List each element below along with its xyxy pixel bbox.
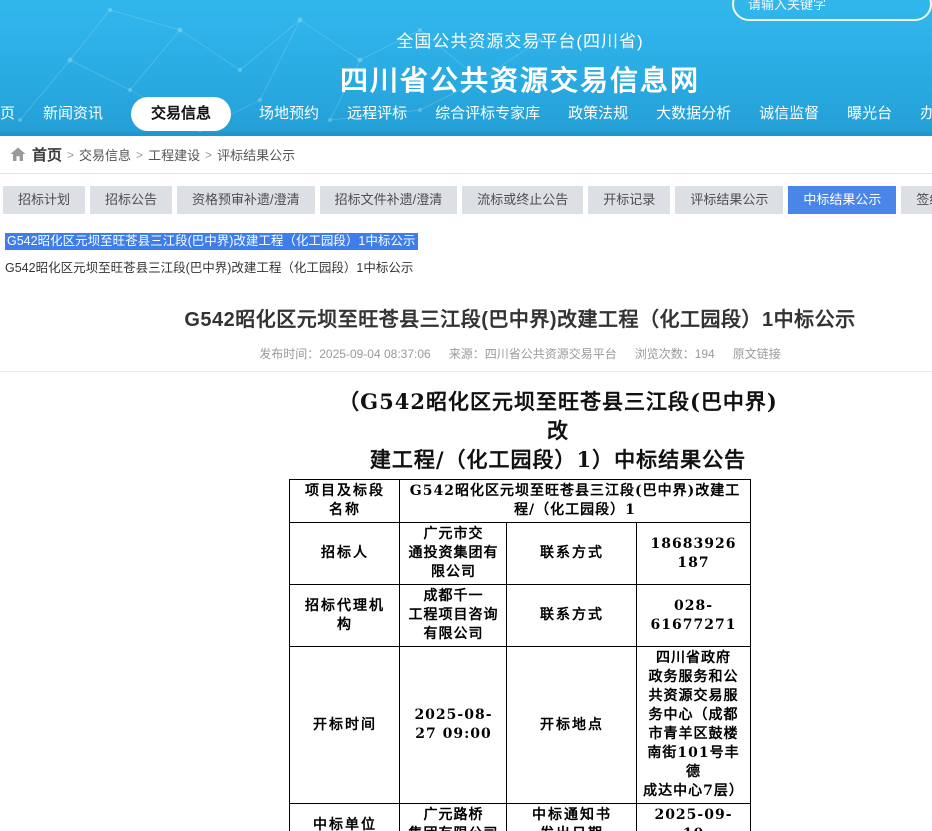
tab-item[interactable]: 招标公告 [90,186,172,214]
tab-item[interactable]: 资格预审补遗/澄清 [177,186,315,214]
breadcrumb-item[interactable]: 交易信息 [79,145,131,164]
nav-item[interactable]: 场地预约 [259,97,319,131]
table-row: 中标单位广元路桥 集团有限公司中标通知书 发出日期2025-09- 10 [290,804,750,831]
breadcrumb: 首页 > 交易信息 > 工程建设 > 评标结果公示 [0,136,932,174]
breadcrumb-separator: > [136,148,143,162]
meta-text: 浏览次数：194 [635,347,715,361]
table-label-cell: 中标通知书 发出日期 [507,804,637,831]
table-row: 招标人广元市交 通投资集团有 限公司联系方式18683926 187 [290,523,750,585]
table-row: 项目及标段 名称G542昭化区元坝至旺苍县三江段(巴中界)改建工 程/（化工园段… [290,480,750,523]
selected-link-text[interactable]: G542昭化区元坝至旺苍县三江段(巴中界)改建工程（化工园段）1中标公示 [5,233,418,250]
nav-item[interactable]: 综合评标专家库 [435,97,540,131]
table-value-cell: 18683926 187 [637,523,750,585]
table-label-cell: 联系方式 [507,585,637,647]
table-value-cell: 四川省政府 政务服务和公 共资源交易服 务中心（成都 市青羊区鼓楼 南街101号… [637,647,750,804]
table-row: 开标时间2025-08- 27 09:00开标地点四川省政府 政务服务和公 共资… [290,647,750,804]
list-item-selected[interactable]: G542昭化区元坝至旺苍县三江段(巴中界)改建工程（化工园段）1中标公示 [5,233,927,250]
table-row: 招标代理机 构成都千一 工程项目咨询 有限公司联系方式028- 61677271 [290,585,750,647]
result-table: 项目及标段 名称G542昭化区元坝至旺苍县三江段(巴中界)改建工 程/（化工园段… [289,479,750,831]
meta-text: 来源：四川省公共资源交易平台 [449,347,617,361]
nav-item[interactable]: 大数据分析 [656,97,731,131]
site-title: 四川省公共资源交易信息网 [0,59,932,99]
nav-item[interactable]: 首页 [0,97,15,131]
table-value-cell: 2025-08- 27 09:00 [400,647,507,804]
nav-item[interactable]: 办事指南 [920,97,932,131]
table-label-cell: 开标地点 [507,647,637,804]
site-banner: 全国公共资源交易平台(四川省) 四川省公共资源交易信息网 首页新闻资讯交易信息场… [0,0,932,136]
link-text[interactable]: G542昭化区元坝至旺苍县三江段(巴中界)改建工程（化工园段）1中标公示 [5,261,413,275]
breadcrumb-separator: > [205,148,212,162]
table-value-cell: 028- 61677271 [637,585,750,647]
nav-item[interactable]: 新闻资讯 [43,97,103,131]
document-title: （G542昭化区元坝至旺苍县三江段(巴中界)改 建工程/（化工园段）1）中标结果… [328,387,788,474]
original-link[interactable]: 原文链接 [733,347,781,361]
nav-item[interactable]: 政策法规 [568,97,628,131]
table-value-cell: 广元市交 通投资集团有 限公司 [400,523,507,585]
table-label-cell: 招标人 [290,523,400,585]
article-meta: 发布时间：2025-09-04 08:37:06 来源：四川省公共资源交易平台 浏览… [0,345,932,362]
table-value-cell: 广元路桥 集团有限公司 [400,804,507,831]
nav-item[interactable]: 交易信息 [131,97,231,131]
tab-item[interactable]: 招标计划 [3,186,85,214]
tab-item[interactable]: 流标或终止公告 [462,186,583,214]
table-label-cell: 招标代理机 构 [290,585,400,647]
nav-item[interactable]: 诚信监督 [759,97,819,131]
tab-item[interactable]: 开标记录 [588,186,670,214]
main-nav: 首页新闻资讯交易信息场地预约远程评标综合评标专家库政策法规大数据分析诚信监督曝光… [0,96,932,132]
home-icon[interactable] [10,147,26,162]
table-label-cell: 开标时间 [290,647,400,804]
divider [0,371,932,372]
table-label-cell: 中标单位 [290,804,400,831]
page-title: G542昭化区元坝至旺苍县三江段(巴中界)改建工程（化工园段）1中标公示 [0,303,932,332]
breadcrumb-item[interactable]: 工程建设 [148,145,200,164]
table-label-cell: 项目及标段 名称 [290,480,400,523]
nav-item[interactable]: 曝光台 [847,97,892,131]
nav-item[interactable]: 远程评标 [347,97,407,131]
tab-item[interactable]: 签约履行 [901,186,932,214]
tab-item[interactable]: 评标结果公示 [675,186,783,214]
breadcrumb-separator: > [67,148,74,162]
table-value-cell: 2025-09- 10 [637,804,750,831]
table-value-cell: G542昭化区元坝至旺苍县三江段(巴中界)改建工 程/（化工园段）1 [400,480,750,523]
tab-active[interactable]: 中标结果公示 [788,186,896,214]
category-tabs: 招标计划招标公告资格预审补遗/澄清招标文件补遗/澄清流标或终止公告开标记录评标结… [0,174,932,224]
breadcrumb-item[interactable]: 评标结果公示 [217,145,295,164]
table-value-cell: 成都千一 工程项目咨询 有限公司 [400,585,507,647]
table-label-cell: 联系方式 [507,523,637,585]
announcement-list: G542昭化区元坝至旺苍县三江段(巴中界)改建工程（化工园段）1中标公示 G54… [0,224,932,277]
breadcrumb-home[interactable]: 首页 [32,144,62,165]
meta-text: 发布时间：2025-09-04 08:37:06 [259,347,430,361]
list-item[interactable]: G542昭化区元坝至旺苍县三江段(巴中界)改建工程（化工园段）1中标公示 [5,260,927,277]
platform-title: 全国公共资源交易平台(四川省) [0,27,932,52]
tab-item[interactable]: 招标文件补遗/澄清 [320,186,458,214]
